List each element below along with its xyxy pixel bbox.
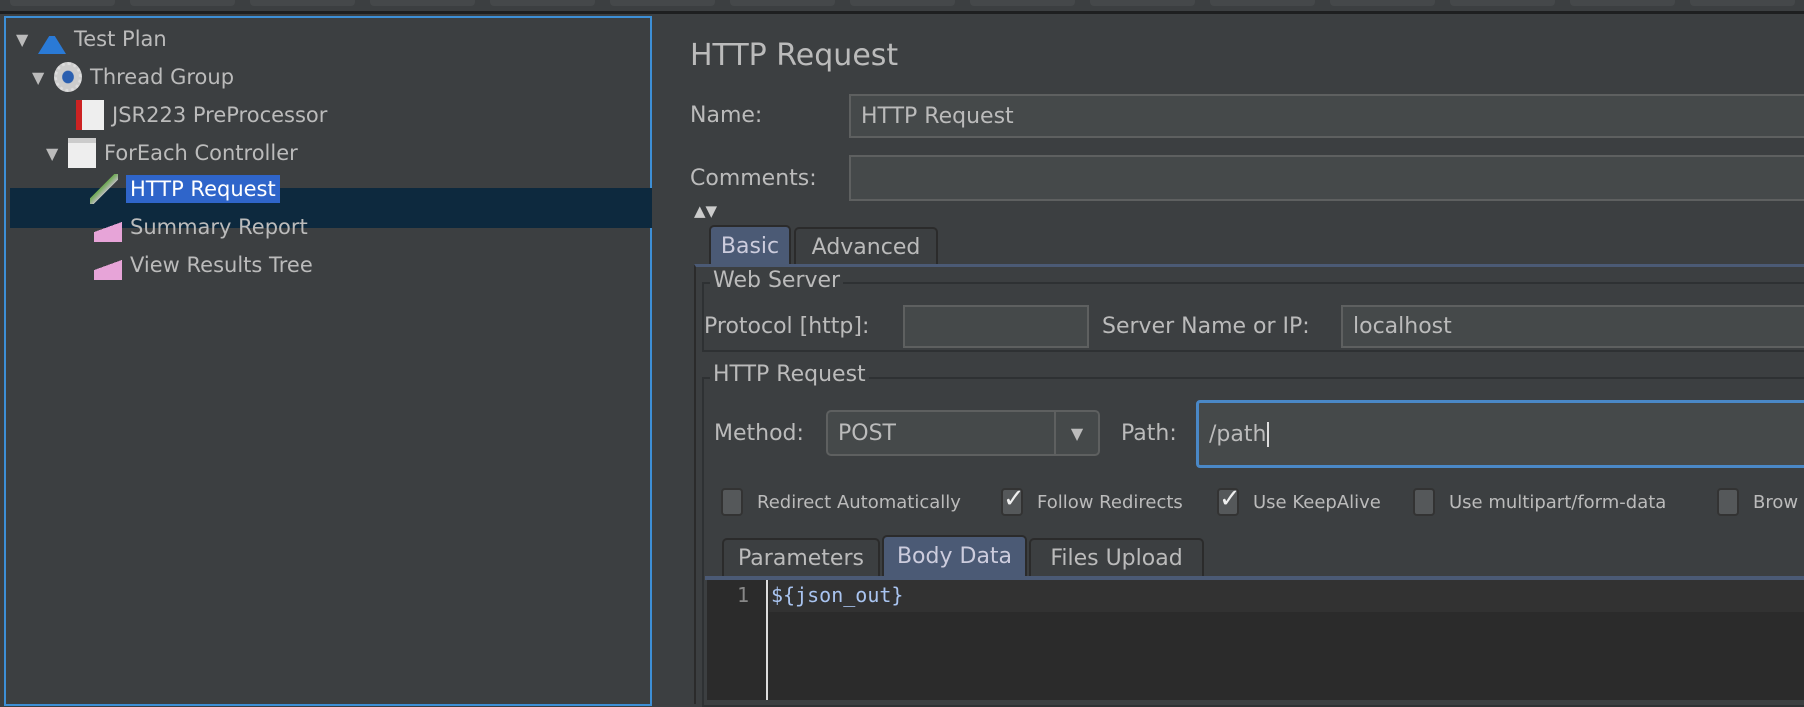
web-server-legend: Web Server: [710, 268, 844, 293]
checkbox-label: Follow Redirects: [1037, 491, 1183, 513]
comments-label: Comments:: [690, 166, 817, 191]
expand-icon[interactable]: ▼: [32, 68, 54, 87]
tree-item-test-plan[interactable]: ▼ Test Plan: [16, 20, 167, 58]
tab-basic[interactable]: Basic: [709, 225, 791, 265]
path-field[interactable]: /path: [1196, 400, 1804, 468]
checkmark-icon[interactable]: [1001, 484, 1025, 516]
tree-item-label: Test Plan: [74, 27, 167, 51]
method-select[interactable]: POST ▼: [826, 410, 1100, 456]
method-label: Method:: [714, 421, 804, 446]
checkbox-icon[interactable]: [721, 488, 743, 516]
tab-parameters[interactable]: Parameters: [722, 538, 880, 576]
expand-icon[interactable]: ▼: [16, 30, 38, 49]
controller-icon: [68, 138, 96, 168]
tree-item-label: ForEach Controller: [104, 141, 298, 165]
tree-item-label: Summary Report: [130, 215, 308, 239]
name-field[interactable]: HTTP Request: [849, 94, 1804, 138]
use-multipart-checkbox[interactable]: Use multipart/form-data: [1413, 488, 1666, 516]
tree-item-view-results-tree[interactable]: View Results Tree: [94, 246, 313, 284]
server-name-field[interactable]: localhost: [1341, 305, 1804, 348]
report-icon: [94, 212, 122, 242]
path-value: /path: [1209, 421, 1270, 447]
tree-item-label: HTTP Request: [126, 175, 280, 203]
page-title: HTTP Request: [690, 38, 899, 73]
tree-item-summary-report[interactable]: Summary Report: [94, 208, 308, 246]
chevron-down-icon[interactable]: ▼: [1054, 412, 1098, 454]
body-text[interactable]: ${json_out}: [771, 583, 903, 607]
tree-item-thread-group[interactable]: ▼ Thread Group: [32, 58, 234, 96]
checkbox-icon[interactable]: [1413, 488, 1435, 516]
checkbox-label: Use multipart/form-data: [1449, 491, 1667, 513]
use-keepalive-checkbox[interactable]: Use KeepAlive: [1217, 484, 1381, 516]
redirect-automatically-checkbox[interactable]: Redirect Automatically: [721, 488, 961, 516]
tree-item-http-request[interactable]: HTTP Request: [90, 170, 280, 208]
tree-item-label: Thread Group: [90, 65, 235, 89]
test-plan-tree[interactable]: ▼ Test Plan ▼ Thread Group JSR223 PrePro…: [4, 16, 652, 706]
expand-icon[interactable]: ▼: [46, 144, 68, 163]
comments-field[interactable]: [849, 155, 1804, 201]
name-label: Name:: [690, 103, 763, 128]
path-label: Path:: [1121, 421, 1177, 446]
gear-icon: [54, 62, 82, 92]
checkbox-label: Brow: [1753, 491, 1799, 513]
checkbox-icon[interactable]: [1717, 488, 1739, 516]
checkbox-label: Use KeepAlive: [1253, 491, 1381, 513]
protocol-label: Protocol [http]:: [704, 314, 870, 339]
tab-body-data[interactable]: Body Data: [882, 535, 1027, 576]
checkmark-icon[interactable]: [1217, 484, 1241, 516]
tree-item-jsr223-preprocessor[interactable]: JSR223 PreProcessor: [76, 96, 327, 134]
current-line-highlight: [769, 580, 1804, 612]
report-icon: [94, 250, 122, 280]
collapse-arrows-icon[interactable]: ▲▼: [694, 202, 717, 220]
method-value: POST: [838, 420, 896, 446]
checkbox-label: Redirect Automatically: [757, 491, 961, 513]
follow-redirects-checkbox[interactable]: Follow Redirects: [1001, 484, 1183, 516]
http-request-legend: HTTP Request: [710, 362, 869, 387]
body-data-editor[interactable]: 1 ${json_out}: [707, 580, 1804, 700]
tab-files-upload[interactable]: Files Upload: [1029, 538, 1204, 576]
browser-compatible-checkbox[interactable]: Brow: [1717, 488, 1798, 516]
protocol-field[interactable]: [903, 305, 1089, 348]
tab-advanced[interactable]: Advanced: [794, 227, 938, 265]
toolbar: [0, 0, 1804, 14]
tree-item-foreach-controller[interactable]: ▼ ForEach Controller: [46, 134, 298, 172]
tree-item-label: JSR223 PreProcessor: [112, 103, 328, 127]
preprocessor-icon: [76, 100, 104, 130]
server-name-label: Server Name or IP:: [1102, 314, 1310, 339]
flask-icon: [38, 24, 66, 54]
line-number: 1: [737, 583, 750, 607]
pipette-icon: [90, 174, 118, 204]
tree-item-label: View Results Tree: [130, 253, 313, 277]
